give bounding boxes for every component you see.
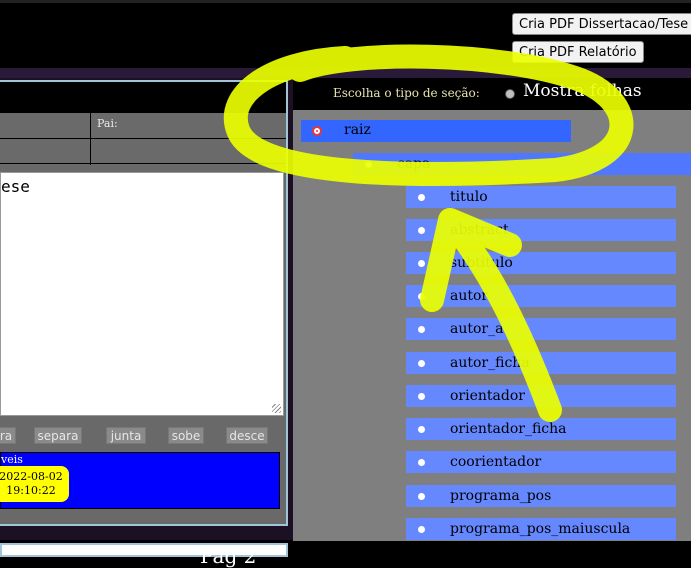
radio-selected-icon — [312, 126, 322, 136]
parent-label: Pai: — [97, 117, 118, 130]
bullet-icon — [418, 393, 425, 400]
show-leaves-label[interactable]: Mostra folhas — [523, 81, 642, 101]
top-bar: Cria PDF Dissertacao/Tese Cria PDF Relat… — [0, 0, 691, 68]
tree-node-item[interactable]: orientador — [406, 385, 676, 407]
tree-node-item[interactable]: autor_ficha — [406, 352, 676, 374]
create-pdf-dissertation-button[interactable]: Cria PDF Dissertacao/Tese — [512, 13, 691, 35]
bullet-icon — [418, 360, 425, 367]
tree-node-item[interactable]: abstract — [406, 219, 676, 241]
bullet-icon — [418, 426, 425, 433]
info-box: veis 2022-08-02 19:10:22 — [0, 452, 280, 509]
table-row — [0, 112, 286, 138]
timestamp-badge: 2022-08-02 19:10:22 — [0, 466, 69, 502]
editor-header — [0, 82, 286, 112]
section-tree-panel: Escolha o tipo de seção: Mostra folhas r… — [293, 78, 691, 541]
section-type-label: Escolha o tipo de seção: — [333, 86, 480, 100]
move-down-button[interactable]: desce — [226, 427, 268, 444]
join-button[interactable]: junta — [106, 427, 146, 444]
tree-node-item[interactable]: titulo — [406, 186, 676, 208]
tree-node-item[interactable]: autor_a — [406, 318, 676, 340]
create-pdf-report-button[interactable]: Cria PDF Relatório — [512, 41, 644, 63]
bullet-icon — [418, 227, 425, 234]
tree-node-item[interactable]: autor — [406, 285, 676, 307]
bullet-icon — [418, 493, 425, 500]
bullet-icon — [418, 260, 425, 267]
show-leaves-radio-icon[interactable] — [505, 89, 515, 99]
info-title: veis — [1, 453, 23, 466]
bullet-icon — [418, 526, 425, 533]
section-properties-table: Pai: — [0, 112, 286, 165]
action-button[interactable]: ra — [0, 427, 16, 444]
move-up-button[interactable]: sobe — [168, 427, 204, 444]
bullet-icon — [418, 459, 425, 466]
timestamp-time: 19:10:22 — [6, 484, 56, 497]
tree-node-item[interactable]: subtitulo — [406, 252, 676, 274]
tree-header: Escolha o tipo de seção: Mostra folhas — [293, 78, 691, 110]
header-stripe — [0, 68, 691, 78]
split-button[interactable]: separa — [34, 427, 82, 444]
tree-node-item[interactable]: programa_pos — [406, 485, 676, 507]
tree-node-capa[interactable]: capa — [353, 153, 691, 175]
bullet-icon — [418, 194, 425, 201]
editor-button-row: ra separa junta sobe desce — [0, 424, 286, 448]
tree-node-raiz[interactable]: raiz — [301, 120, 571, 142]
text-content: ese — [1, 177, 30, 196]
page-indicator: Pag 2 — [200, 544, 257, 568]
bullet-icon — [365, 161, 372, 168]
tree-node-item[interactable]: orientador_ficha — [406, 418, 676, 440]
tree-node-item[interactable]: programa_pos_maiuscula — [406, 518, 676, 540]
resize-grip-icon[interactable] — [272, 404, 281, 413]
bullet-icon — [418, 326, 425, 333]
timestamp-date: 2022-08-02 — [0, 470, 63, 483]
table-divider — [90, 112, 91, 165]
section-editor-panel: Pai: ese ra separa junta sobe desce veis… — [0, 80, 288, 526]
bullet-icon — [418, 293, 425, 300]
tree-node-item[interactable]: coorientador — [406, 451, 676, 473]
section-text-area[interactable]: ese — [0, 172, 284, 416]
table-row — [0, 138, 286, 164]
